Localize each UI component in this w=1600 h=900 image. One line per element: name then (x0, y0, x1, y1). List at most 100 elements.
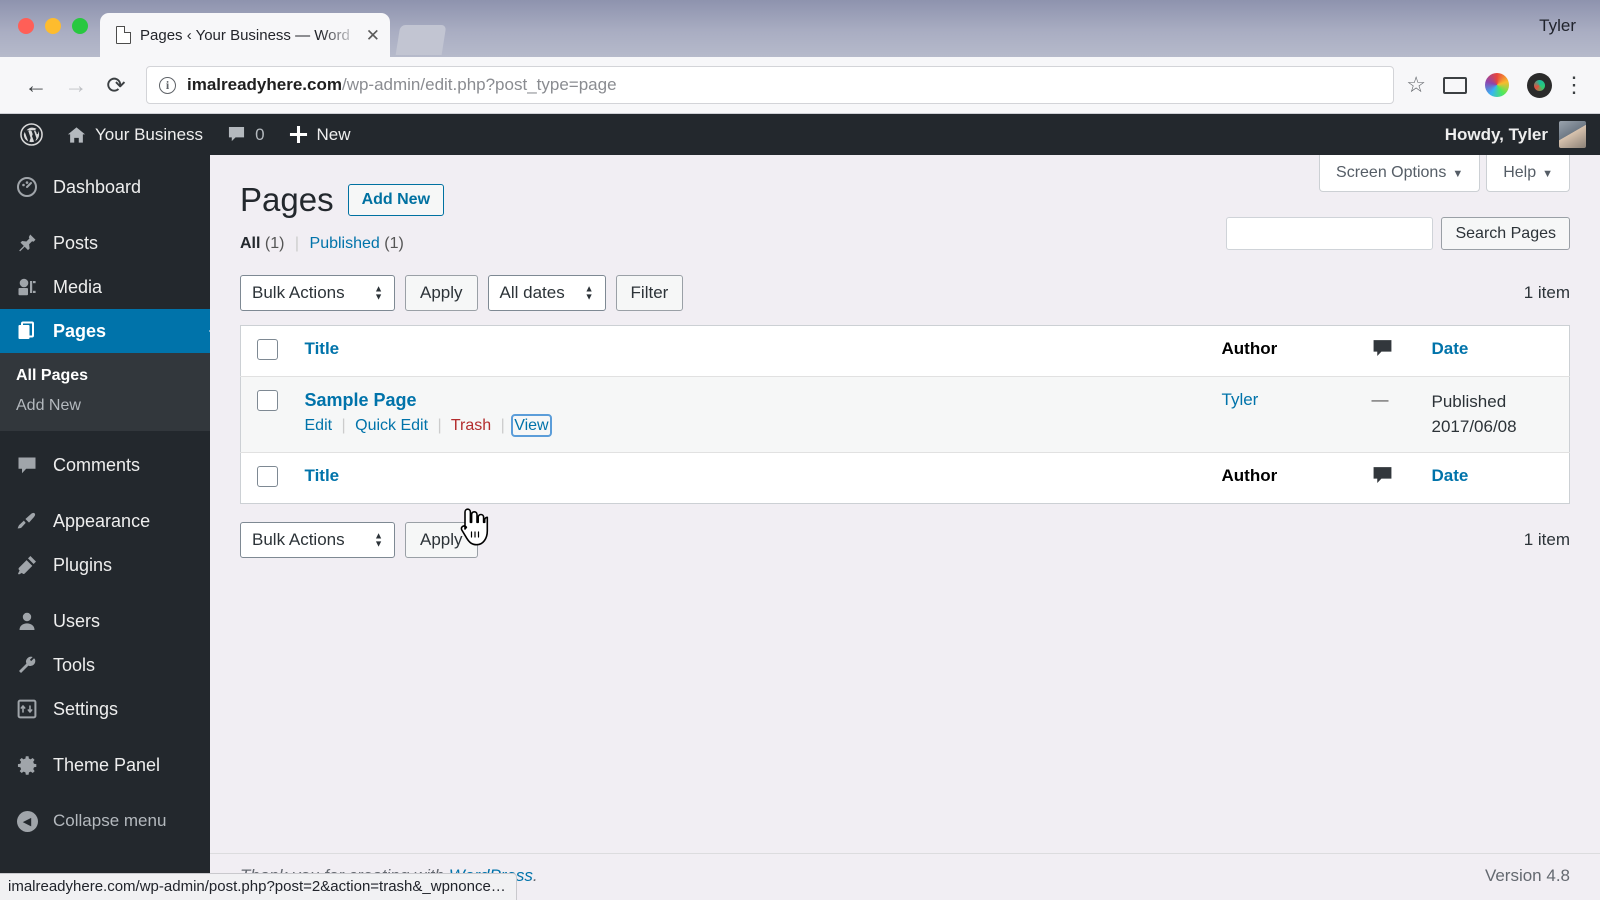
column-header-date-link[interactable]: Date (1432, 339, 1469, 358)
column-footer-date[interactable]: Date (1419, 452, 1570, 504)
column-footer-title-link[interactable]: Title (305, 466, 340, 485)
comments-bubble-link[interactable]: 0 (215, 114, 276, 155)
url-path: /wp-admin/edit.php?post_type=page (341, 75, 617, 94)
sidebar-submenu-add-new[interactable]: Add New (0, 391, 210, 421)
date-filter-select[interactable]: All dates ▲ ▼ (487, 275, 606, 311)
column-footer-comments[interactable] (1359, 452, 1420, 504)
select-all-header (240, 325, 293, 377)
column-footer-title[interactable]: Title (292, 452, 1210, 504)
color-wheel-extension-icon[interactable] (1480, 68, 1514, 102)
window-user-label[interactable]: Tyler (1539, 16, 1576, 36)
browser-tabstrip: Pages ‹ Your Business — Word ✕ Tyler (0, 0, 1600, 57)
row-action-view[interactable]: View (511, 414, 552, 437)
sidebar-item-posts[interactable]: Posts (0, 221, 210, 265)
back-icon[interactable]: ← (16, 65, 56, 105)
bookmark-star-icon[interactable]: ☆ (1406, 72, 1426, 98)
apply-button-bottom[interactable]: Apply (405, 522, 478, 559)
select-all-checkbox[interactable] (257, 339, 278, 360)
bulk-actions-select-top[interactable]: Bulk Actions ▲ ▼ (240, 275, 395, 311)
browser-tab-active[interactable]: Pages ‹ Your Business — Word ✕ (100, 13, 390, 57)
address-bar[interactable]: i imalreadyhere.com/wp-admin/edit.php?po… (146, 66, 1395, 104)
page-favicon-icon (116, 26, 131, 44)
sidebar-submenu-all-pages[interactable]: All Pages (0, 361, 210, 391)
tablenav-bottom: Bulk Actions ▲ ▼ Apply 1 item (240, 522, 1570, 559)
comment-bubble-icon (1372, 466, 1393, 490)
row-action-trash[interactable]: Trash (451, 417, 491, 434)
sidebar-item-pages[interactable]: Pages (0, 309, 210, 353)
row-checkbox[interactable] (257, 390, 278, 411)
sidebar-item-media[interactable]: Media (0, 265, 210, 309)
wrench-icon (16, 655, 38, 675)
filter-separator: | (294, 235, 300, 252)
footer-thanks-suffix: . (532, 866, 538, 885)
sidebar-item-appearance[interactable]: Appearance (0, 499, 210, 543)
collapse-menu-button[interactable]: ◀ Collapse menu (0, 799, 210, 843)
sidebar-item-settings[interactable]: Settings (0, 687, 210, 731)
browser-window: Pages ‹ Your Business — Word ✕ Tyler ← →… (0, 0, 1600, 900)
filter-link-published[interactable]: Published (310, 235, 380, 252)
close-icon[interactable]: ✕ (366, 27, 380, 44)
row-date-cell: Published 2017/06/08 (1419, 376, 1570, 453)
column-header-comments[interactable] (1359, 325, 1420, 377)
bulk-actions-value: Bulk Actions (252, 283, 345, 302)
bulk-actions-select-bottom[interactable]: Bulk Actions ▲ ▼ (240, 522, 395, 559)
site-info-icon[interactable]: i (159, 76, 176, 94)
sidebar-submenu-label: All Pages (16, 367, 89, 384)
sidebar-item-tools[interactable]: Tools (0, 643, 210, 687)
author-link[interactable]: Tyler (1222, 390, 1259, 409)
filter-button[interactable]: Filter (615, 275, 684, 311)
filter-count-all: (1) (264, 235, 285, 252)
dark-extension-icon[interactable] (1522, 68, 1556, 102)
select-all-footer (240, 452, 293, 504)
column-header-author-label: Author (1221, 339, 1278, 358)
sidebar-item-plugins[interactable]: Plugins (0, 543, 210, 587)
column-header-title-link[interactable]: Title (305, 339, 340, 358)
url-domain: imalreadyhere.com (187, 75, 342, 94)
row-action-quick-edit[interactable]: Quick Edit (355, 417, 428, 434)
search-pages-button[interactable]: Search Pages (1441, 217, 1570, 250)
site-name-link[interactable]: Your Business (55, 114, 215, 155)
settings-icon (16, 699, 38, 719)
forward-icon[interactable]: → (56, 65, 96, 105)
page-title: Pages (240, 181, 334, 218)
site-name-label: Your Business (95, 124, 204, 144)
sidebar-item-label: Plugins (53, 554, 113, 575)
admin-bar-account[interactable]: Howdy, Tyler (1445, 121, 1600, 148)
apply-button-top[interactable]: Apply (405, 275, 478, 311)
page-title-link[interactable]: Sample Page (305, 390, 417, 410)
row-action-separator: | (341, 417, 346, 434)
select-arrows-icon: ▲ ▼ (374, 530, 383, 549)
row-action-edit[interactable]: Edit (305, 417, 333, 434)
user-icon (16, 611, 38, 631)
filter-link-all[interactable]: All (240, 235, 260, 252)
sidebar-item-comments[interactable]: Comments (0, 443, 210, 487)
new-tab-button[interactable] (395, 25, 447, 55)
reload-icon[interactable]: ⟳ (96, 65, 136, 105)
wordpress-logo-icon[interactable] (8, 114, 55, 155)
sidebar-item-users[interactable]: Users (0, 599, 210, 643)
address-bar-url: imalreadyhere.com/wp-admin/edit.php?post… (187, 75, 617, 95)
row-comments-cell: — (1359, 376, 1420, 453)
column-header-date[interactable]: Date (1419, 325, 1570, 377)
wp-body: Dashboard Posts Media Pages All Pages Ad… (0, 155, 1600, 900)
add-new-page-button[interactable]: Add New (347, 184, 445, 216)
new-content-link[interactable]: New (277, 114, 363, 155)
cast-icon[interactable] (1438, 68, 1472, 102)
help-button[interactable]: Help ▼ (1486, 155, 1570, 192)
search-input[interactable] (1226, 217, 1434, 250)
dashboard-icon (16, 177, 38, 197)
sidebar-item-dashboard[interactable]: Dashboard (0, 165, 210, 209)
chevron-down-icon: ▼ (1542, 168, 1553, 180)
close-window-button[interactable] (18, 18, 34, 34)
column-footer-date-link[interactable]: Date (1432, 466, 1469, 485)
maximize-window-button[interactable] (72, 18, 88, 34)
browser-menu-icon[interactable]: ⋮ (1563, 68, 1585, 102)
screen-options-button[interactable]: Screen Options ▼ (1319, 155, 1481, 192)
minimize-window-button[interactable] (45, 18, 61, 34)
sidebar-item-theme-panel[interactable]: Theme Panel (0, 743, 210, 787)
screen-options-label: Screen Options (1336, 164, 1447, 181)
select-all-checkbox-footer[interactable] (257, 466, 278, 488)
wordpress-admin: Your Business 0 New Howdy, Tyler Dashboa… (0, 114, 1600, 900)
column-header-title[interactable]: Title (292, 325, 1210, 377)
sidebar-item-label: Tools (53, 654, 96, 675)
